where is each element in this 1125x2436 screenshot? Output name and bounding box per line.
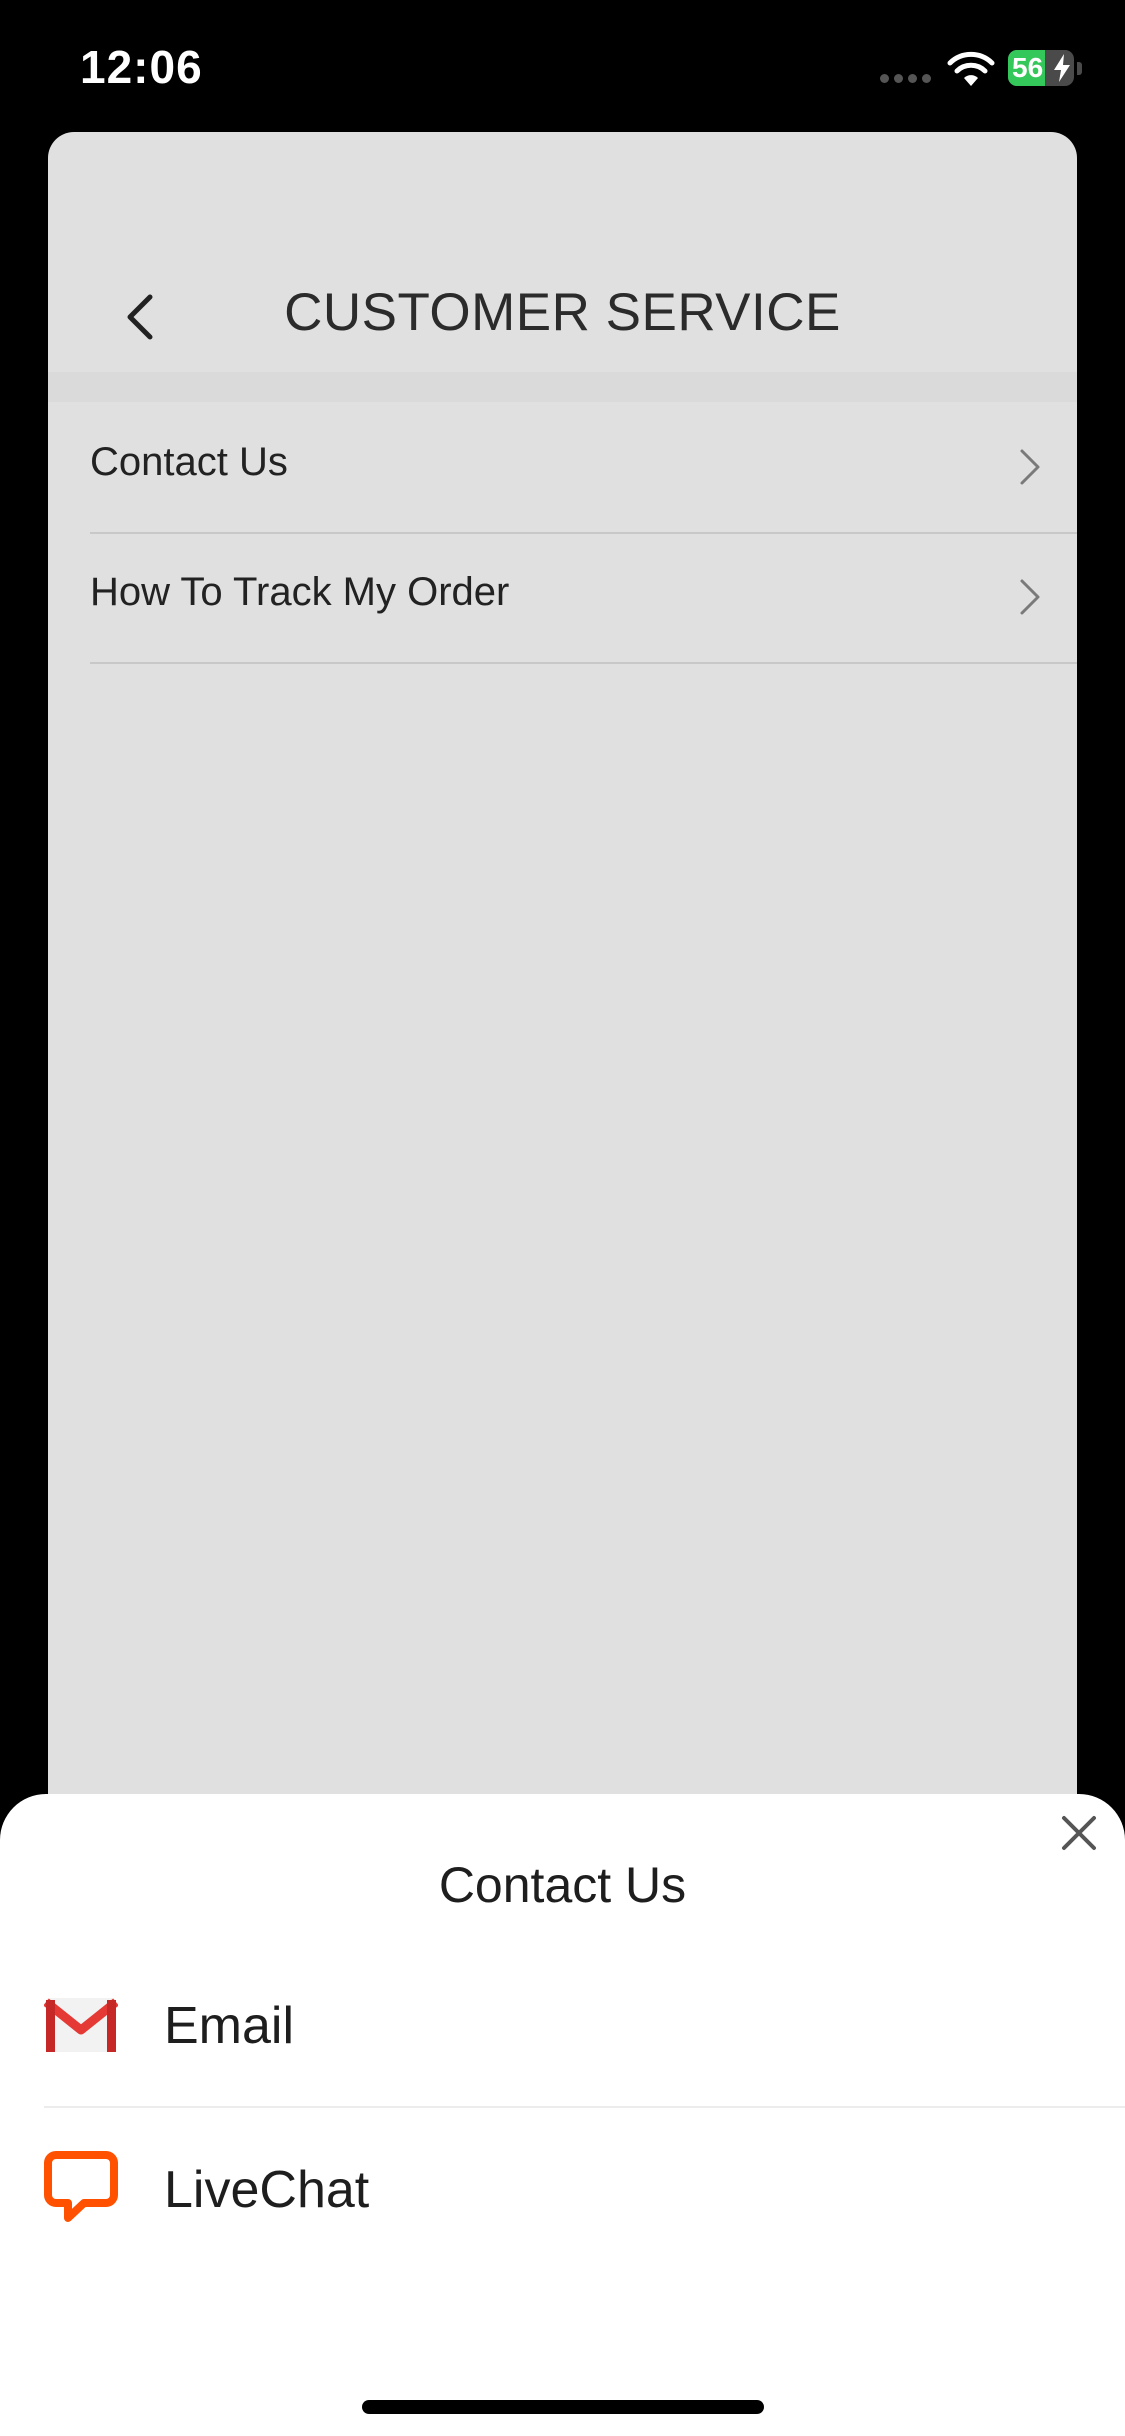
email-option-label: Email xyxy=(164,1997,295,2055)
battery-cap xyxy=(1077,62,1082,75)
close-button[interactable] xyxy=(1056,1810,1102,1856)
chevron-right-icon xyxy=(1020,449,1040,485)
contact-us-sheet: Contact Us Email LiveChat xyxy=(0,1794,1125,2436)
charging-bolt-icon xyxy=(1054,54,1070,82)
menu-item-track-order[interactable]: How To Track My Order xyxy=(90,532,1077,664)
sheet-title: Contact Us xyxy=(438,1857,687,1913)
page-title: CUSTOMER SERVICE xyxy=(284,283,841,342)
home-indicator xyxy=(362,2400,764,2414)
battery-icon: 56 xyxy=(1008,50,1074,86)
cellular-signal-icon xyxy=(880,74,932,84)
chevron-right-icon xyxy=(1020,579,1040,615)
email-option[interactable]: Email xyxy=(44,1944,1125,2108)
wifi-icon xyxy=(947,51,995,86)
menu-item-label: Contact Us xyxy=(90,440,288,484)
header-divider xyxy=(48,372,1077,402)
livechat-option[interactable]: LiveChat xyxy=(44,2108,1125,2272)
livechat-icon xyxy=(44,2151,118,2222)
status-bar: 12:06 56 xyxy=(0,0,1125,130)
customer-service-page: CUSTOMER SERVICE Contact Us How To Track… xyxy=(48,132,1077,2032)
close-icon xyxy=(1062,1816,1096,1850)
livechat-option-label: LiveChat xyxy=(164,2161,370,2219)
menu-item-contact-us[interactable]: Contact Us xyxy=(90,402,1077,534)
menu-item-label: How To Track My Order xyxy=(90,570,510,614)
gmail-icon xyxy=(44,1998,118,2052)
status-time: 12:06 xyxy=(80,41,203,93)
battery-level: 56 xyxy=(1012,52,1044,83)
